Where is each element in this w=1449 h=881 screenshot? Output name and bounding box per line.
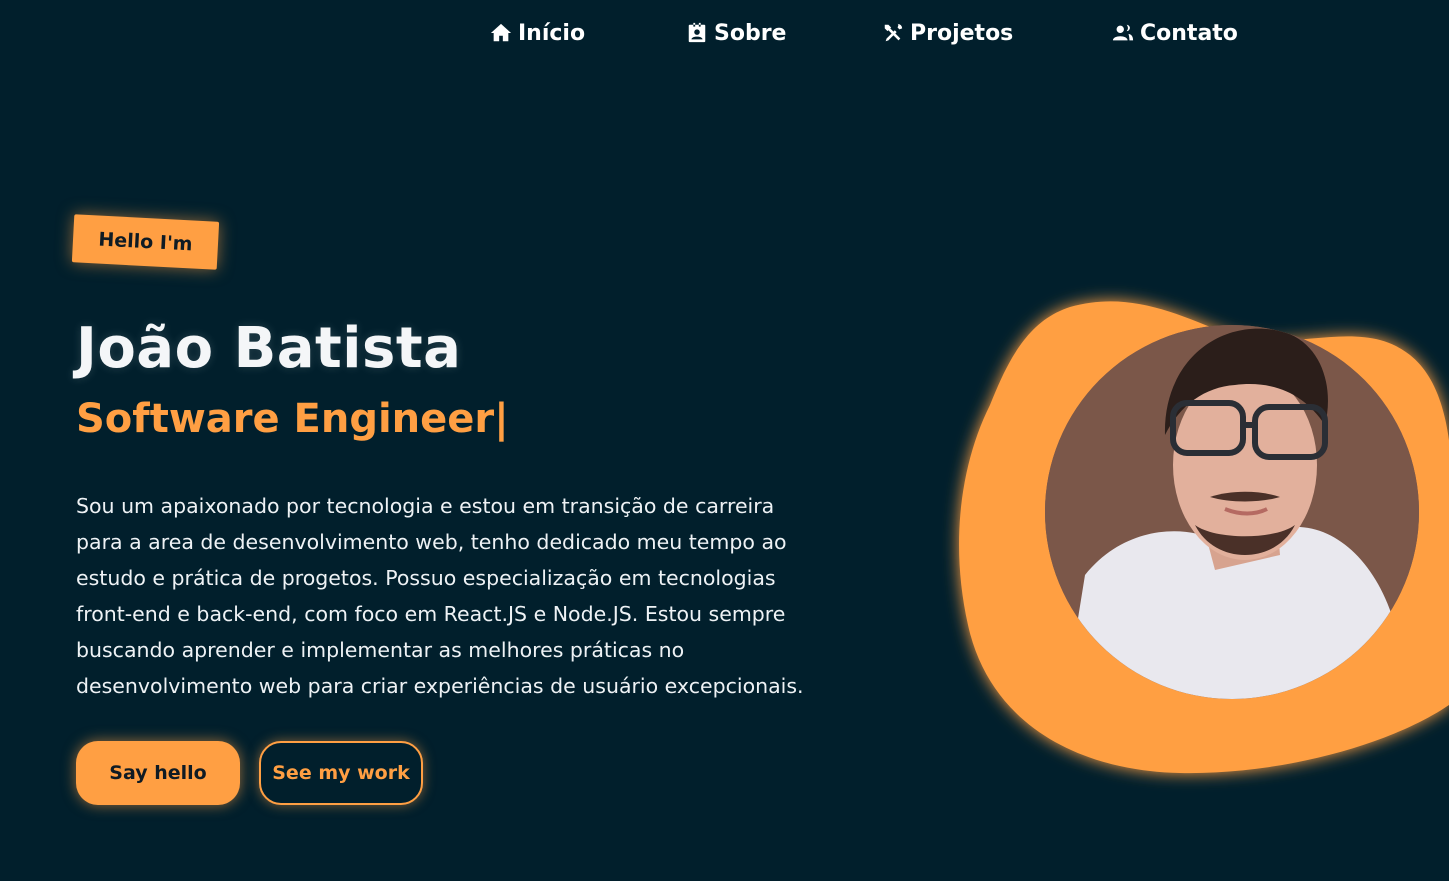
tools-icon	[884, 23, 903, 42]
hero-name: João Batista	[76, 316, 462, 381]
nav-item-label: Contato	[1140, 20, 1238, 46]
users-icon	[1112, 24, 1134, 41]
hero-role: Software Engineer|	[76, 396, 509, 442]
person-portrait-illustration	[1045, 325, 1419, 699]
page: Início Sobre Projetos Contato Hello I'm …	[0, 0, 1449, 881]
id-card-icon	[688, 22, 706, 43]
nav-item-inicio[interactable]: Início	[490, 18, 585, 48]
nav-item-sobre[interactable]: Sobre	[686, 18, 786, 48]
nav-item-label: Sobre	[714, 20, 787, 46]
home-icon	[490, 23, 512, 42]
nav-item-projetos[interactable]: Projetos	[882, 18, 1013, 48]
profile-photo	[1045, 325, 1419, 699]
top-navigation: Início Sobre Projetos Contato	[0, 0, 1449, 66]
hero-description: Sou um apaixonado por tecnologia e estou…	[76, 494, 804, 698]
nav-item-contato[interactable]: Contato	[1112, 18, 1238, 48]
nav-item-label: Projetos	[910, 20, 1014, 46]
hello-tag: Hello I'm	[71, 214, 220, 270]
say-hello-button[interactable]: Say hello	[76, 741, 240, 805]
see-my-work-button[interactable]: See my work	[259, 741, 423, 805]
nav-item-label: Início	[518, 20, 586, 46]
